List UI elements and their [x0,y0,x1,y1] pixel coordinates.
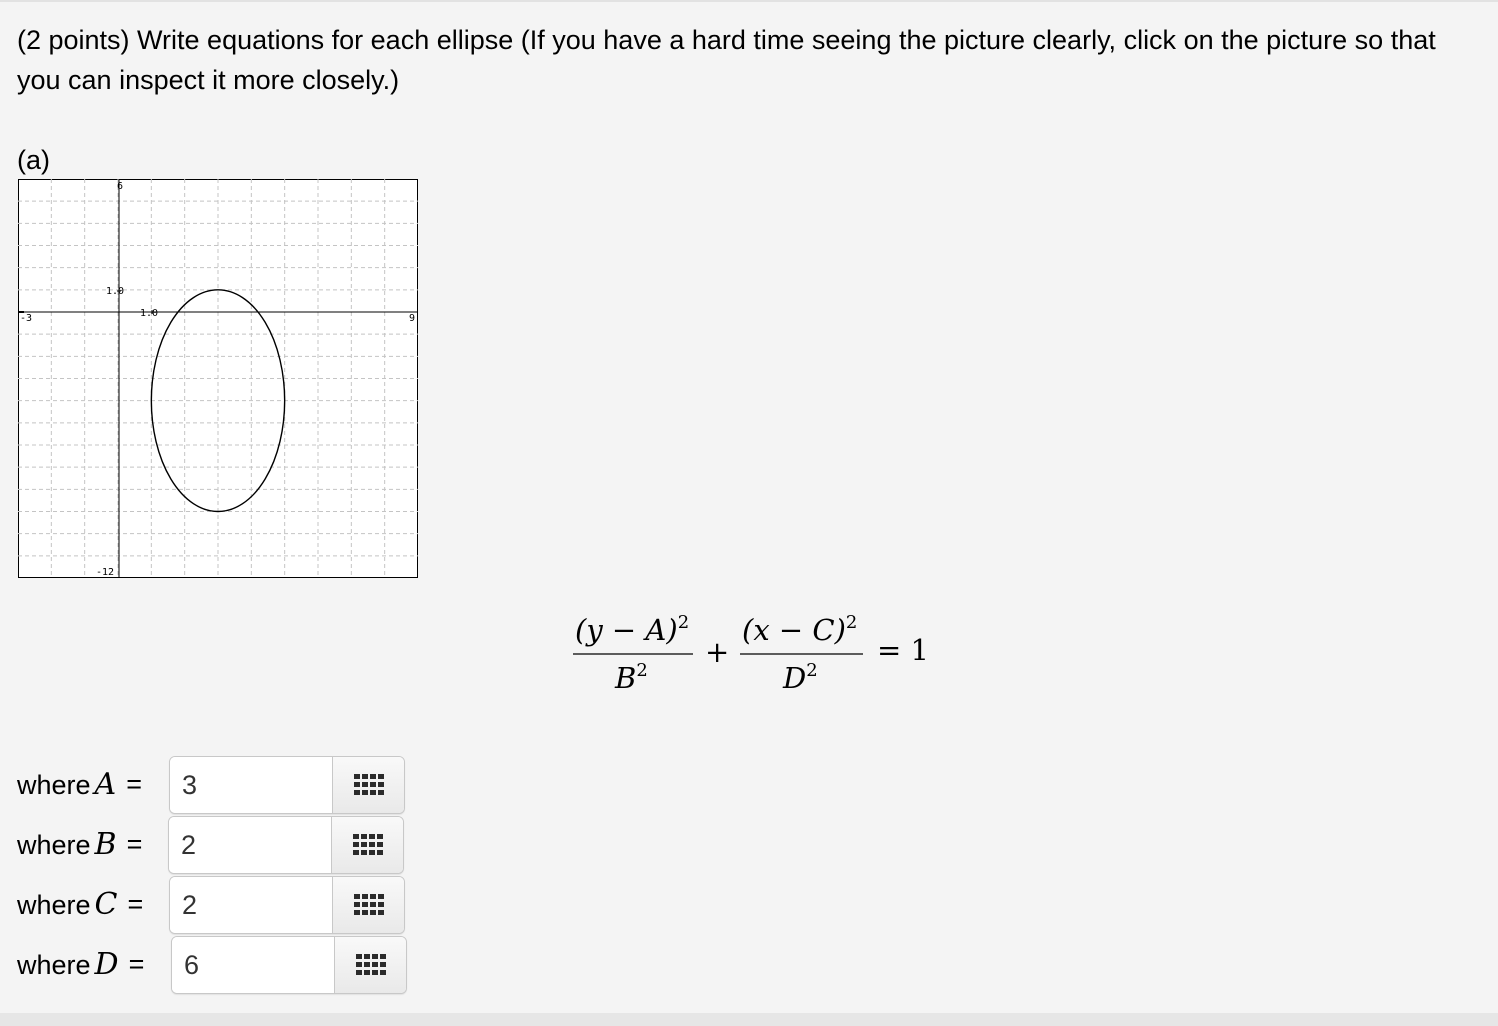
answer-equals-d: = [128,948,145,979]
top-border [0,0,1498,2]
answer-input-d[interactable] [172,937,334,993]
palette-grid-icon [355,954,386,975]
answer-label-b: where B [17,826,117,862]
palette-grid-icon [352,834,383,855]
answer-equals-c: = [127,888,144,919]
bottom-band [0,1013,1498,1026]
ellipse-equation: (y − A)2 B2 + (x − C)2 D2 = 1 [573,612,929,695]
equation-palette-icon[interactable] [332,757,404,813]
palette-grid-icon [353,894,384,915]
y-tick-label: 1.0 [106,286,124,297]
answer-equals-a: = [126,768,142,799]
y-max-label: 6 [117,181,123,192]
equation-palette-icon[interactable] [332,877,404,933]
x-min-label: -3 [20,313,32,324]
answer-input-c[interactable] [170,877,332,933]
denominator-b: B2 [614,660,648,695]
palette-grid-icon [353,774,384,795]
answer-input-a[interactable] [170,757,332,813]
answer-label-a: where A [17,766,117,802]
answer-field-a [169,756,405,814]
ellipse-graph[interactable]: -3 9 6 -12 1.0 1.0 [18,179,418,578]
answer-field-c [169,876,405,934]
denominator-d: D2 [782,660,818,695]
plus-sign: + [705,635,729,669]
numerator-y: (y − A)2 [575,612,689,647]
answer-field-d [171,936,407,994]
x-max-label: 9 [409,313,415,324]
answer-row-a: where A = [17,755,154,813]
numerator-x: (x − C)2 [742,612,857,647]
x-tick-label: 1.0 [140,308,158,319]
equation-palette-icon[interactable] [334,937,406,993]
answer-input-b[interactable] [169,817,331,873]
answer-field-b [168,816,404,874]
answer-row-d: where D = [17,935,156,993]
part-label: (a) [17,145,50,175]
answer-equals-b: = [126,828,143,859]
y-min-label: -12 [96,567,114,578]
answer-row-c: where C = [17,875,155,933]
answer-label-d: where D [17,946,119,982]
answer-label-c: where C [17,886,118,922]
equals-one: = 1 [877,633,929,667]
equation-palette-icon[interactable] [331,817,403,873]
answer-row-b: where B = [17,815,154,873]
question-text: (2 points) Write equations for each elli… [17,25,1436,95]
